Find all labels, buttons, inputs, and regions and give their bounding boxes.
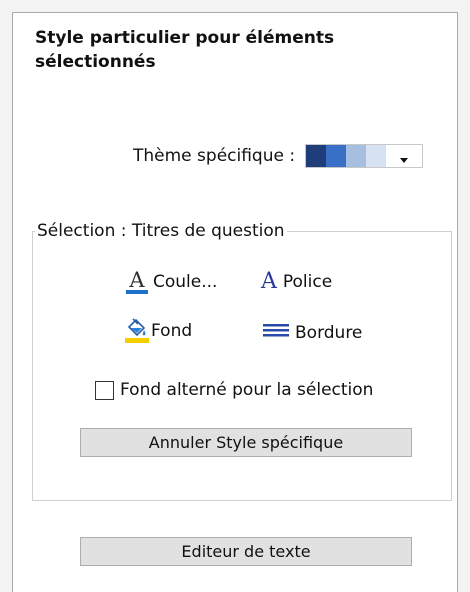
border-button[interactable]: Bordure [263, 321, 362, 344]
theme-swatch [366, 145, 387, 167]
theme-swatch [346, 145, 367, 167]
border-label: Bordure [295, 322, 363, 343]
font-color-label: Coule... [153, 272, 218, 292]
fill-label: Fond [151, 320, 193, 341]
theme-swatch [306, 145, 327, 167]
style-panel: Style particulier pour éléments sélectio… [12, 12, 458, 592]
font-icon: A [261, 269, 277, 294]
selection-legend: Sélection : Titres de question [37, 221, 285, 241]
font-button[interactable]: A Police [261, 271, 332, 293]
theme-swatch [326, 145, 347, 167]
theme-label: Thème spécifique : [133, 146, 296, 166]
font-color-button[interactable]: A Coule... [125, 270, 217, 294]
selection-group: Sélection : Titres de question [32, 221, 452, 501]
theme-row: Thème spécifique : [133, 141, 424, 171]
text-editor-button[interactable]: Editeur de texte [80, 537, 412, 566]
fill-bucket-icon [125, 318, 149, 343]
panel-title: Style particulier pour éléments sélectio… [35, 28, 335, 72]
cancel-style-button[interactable]: Annuler Style spécifique [80, 428, 412, 457]
theme-dropdown[interactable] [305, 144, 424, 168]
alternate-fill-checkbox-row[interactable]: Fond alterné pour la sélection [95, 380, 373, 400]
font-label: Police [282, 272, 333, 292]
alternate-fill-label: Fond alterné pour la sélection [120, 380, 374, 400]
border-lines-icon [263, 321, 289, 344]
alternate-fill-checkbox[interactable] [95, 380, 114, 400]
fill-button[interactable]: Fond [125, 318, 192, 343]
font-color-icon: A [125, 270, 149, 294]
chevron-down-icon [386, 145, 422, 167]
